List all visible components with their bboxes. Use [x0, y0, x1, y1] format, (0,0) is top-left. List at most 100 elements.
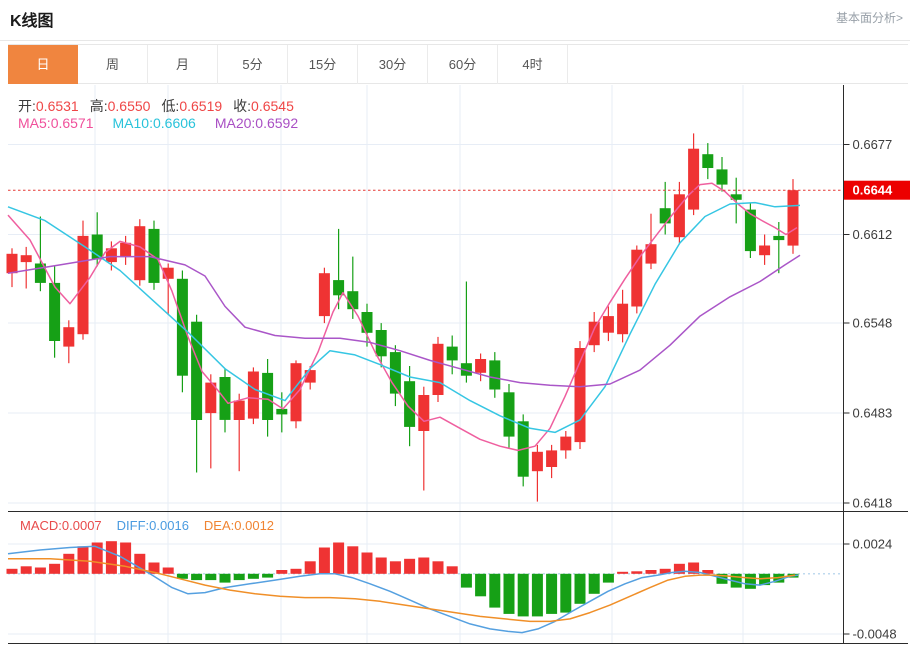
macd-bar: [433, 561, 444, 574]
candle-body: [248, 372, 259, 419]
macd-bar: [220, 574, 231, 583]
candle-body: [347, 291, 358, 309]
candle-body: [376, 330, 387, 356]
candle-body: [21, 255, 32, 262]
price-tick-label: 0.6548: [853, 316, 893, 331]
macd-bar: [418, 558, 429, 574]
macd-tick-label: 0.0024: [853, 536, 893, 551]
candle-body: [63, 327, 74, 346]
kline-chart[interactable]: 0.6677 0.6612 0.6548 0.6483 0.6418 0.0024 -0.0…: [0, 85, 910, 646]
tab-period-4hour[interactable]: 4时: [498, 45, 568, 84]
price-tick-label: 0.6483: [853, 406, 893, 421]
macd-bar: [376, 558, 387, 574]
candle-body: [532, 452, 543, 471]
macd-bar: [63, 554, 74, 574]
tab-period-5min[interactable]: 5分: [218, 45, 288, 84]
candle-body: [773, 236, 784, 240]
macd-bar: [305, 561, 316, 574]
tab-period-month[interactable]: 月: [148, 45, 218, 84]
macd-bar: [532, 574, 543, 617]
candle-body: [788, 190, 799, 245]
macd-bar: [475, 574, 486, 597]
diff-line: [8, 546, 798, 632]
macd-bar: [49, 564, 60, 574]
macd-bar: [234, 574, 245, 580]
candle-body: [617, 304, 628, 335]
candle-body: [475, 359, 486, 373]
candle-body: [702, 154, 713, 168]
candle-body: [134, 226, 145, 280]
macd-bar: [191, 574, 202, 580]
candle-body: [276, 409, 287, 415]
candle-body: [589, 322, 600, 346]
candle-body: [546, 450, 557, 467]
macd-bar: [21, 566, 32, 574]
tab-period-60min[interactable]: 60分: [428, 45, 498, 84]
candle-body: [489, 360, 500, 389]
macd-bar: [631, 571, 642, 574]
candle-body: [78, 236, 89, 334]
price-tick-label: 0.6612: [853, 227, 893, 242]
candle-body: [504, 392, 515, 436]
macd-tick-label: -0.0048: [853, 626, 897, 641]
tab-period-30min[interactable]: 30分: [358, 45, 428, 84]
tab-period-day[interactable]: 日: [8, 45, 78, 84]
candle-body: [418, 395, 429, 431]
price-tick-label: 0.6418: [853, 496, 893, 511]
macd-bar: [333, 543, 344, 574]
period-tabbar: 日周月5分15分30分60分4时: [8, 44, 908, 84]
macd-bar: [745, 574, 756, 589]
macd-bar: [276, 570, 287, 574]
macd-bar: [617, 572, 628, 574]
macd-bar: [347, 546, 358, 574]
macd-bar: [205, 574, 216, 580]
macd-bar: [319, 548, 330, 574]
candle-body: [7, 254, 18, 273]
candles-layer[interactable]: [7, 133, 799, 501]
macd-bar: [35, 568, 46, 574]
price-tick-label: 0.6677: [853, 137, 893, 152]
macd-bar: [560, 574, 571, 613]
macd-bar: [390, 561, 401, 574]
candle-body: [234, 401, 245, 420]
macd-bar: [447, 566, 458, 574]
macd-bar: [362, 553, 373, 574]
candle-body: [262, 373, 273, 420]
macd-bar: [7, 569, 18, 574]
candle-body: [120, 243, 131, 257]
candle-body: [447, 347, 458, 361]
tab-period-week[interactable]: 周: [78, 45, 148, 84]
macd-bar: [163, 568, 174, 574]
candle-body: [631, 250, 642, 307]
macd-bar: [404, 559, 415, 574]
candle-body: [717, 169, 728, 184]
candle-body: [688, 149, 699, 210]
macd-bar: [106, 541, 117, 574]
fundamental-analysis-link[interactable]: 基本面分析>: [836, 9, 903, 26]
macd-bar: [518, 574, 529, 617]
candle-body: [433, 344, 444, 395]
macd-bar: [589, 574, 600, 594]
macd-bar: [575, 574, 586, 604]
macd-bar: [546, 574, 557, 614]
candle-body: [560, 437, 571, 451]
current-price-tag-label: 0.6644: [853, 183, 894, 198]
macd-bar: [461, 574, 472, 588]
macd-bar: [489, 574, 500, 608]
tab-period-15min[interactable]: 15分: [288, 45, 358, 84]
candle-body: [759, 246, 770, 256]
macd-bar: [646, 570, 657, 574]
candle-body: [319, 273, 330, 316]
macd-bar: [603, 574, 614, 583]
page-header: K线图 基本面分析>: [0, 0, 910, 41]
page-title: K线图: [10, 7, 54, 31]
macd-bar: [262, 574, 273, 578]
macd-bar: [248, 574, 259, 579]
candle-body: [603, 316, 614, 333]
macd-bar: [291, 569, 302, 574]
ma20-line: [8, 255, 800, 387]
candle-body: [362, 312, 373, 333]
candle-body: [660, 208, 671, 223]
kline-page: K线图 基本面分析> 日周月5分15分30分60分4时 0.6677 0.6612…: [0, 0, 910, 646]
macd-bar: [504, 574, 515, 614]
